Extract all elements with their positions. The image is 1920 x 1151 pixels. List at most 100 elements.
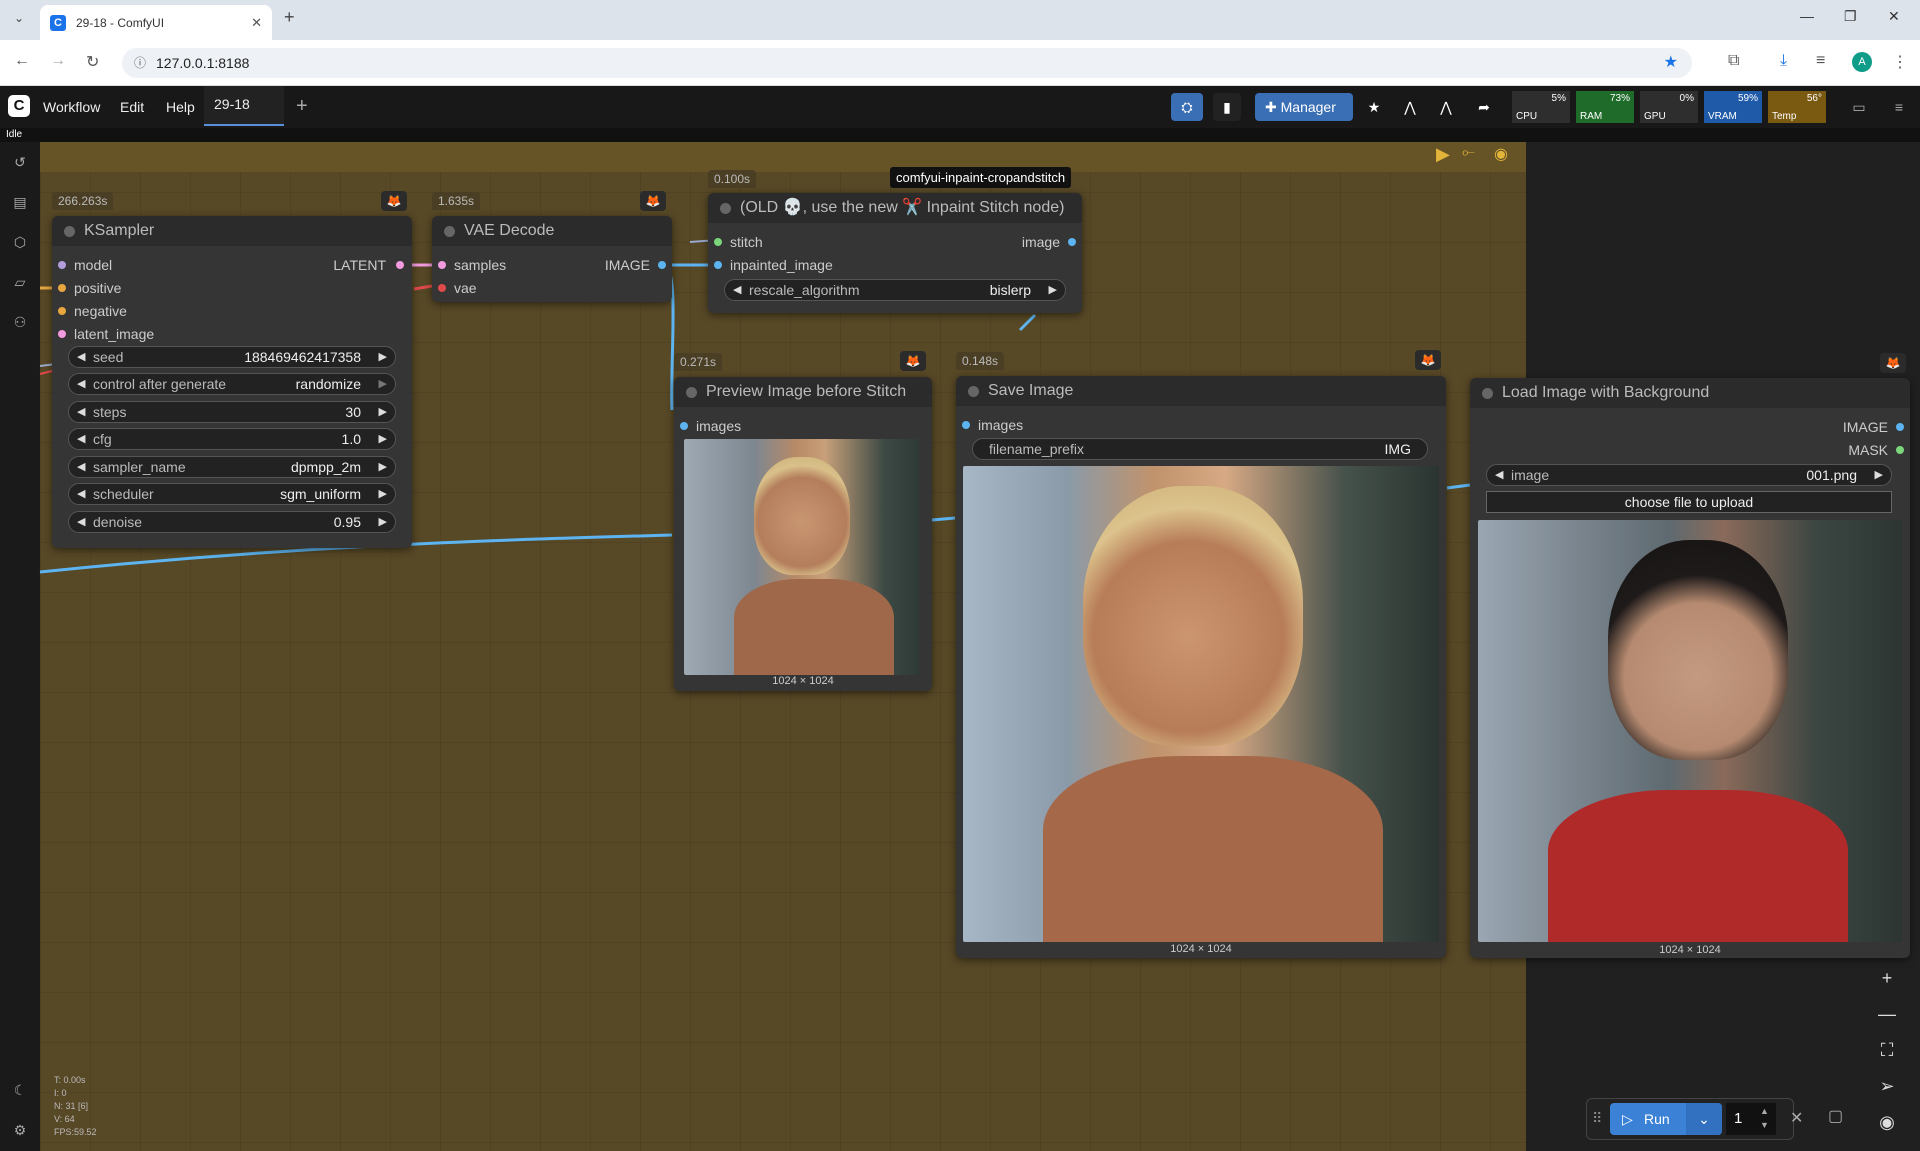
increment-arrow-icon[interactable]: ▶: [1049, 280, 1057, 300]
increment-arrow-icon[interactable]: ▶: [379, 374, 387, 394]
stitch-title-bar[interactable]: (OLD 💀, use the new ✂️ Inpaint Stitch no…: [708, 193, 1082, 223]
theme-moon-icon[interactable]: ☾: [10, 1082, 30, 1102]
downloads-icon[interactable]: ⤓: [1780, 52, 1787, 70]
slot-dot-icon[interactable]: [438, 284, 446, 292]
increment-arrow-icon[interactable]: ▶: [379, 457, 387, 477]
run-options-chevron-icon[interactable]: ⌄: [1686, 1103, 1722, 1135]
forward-icon[interactable]: →: [50, 52, 66, 70]
share-icon[interactable]: ➦: [1470, 93, 1498, 121]
minimize-icon[interactable]: —: [1800, 8, 1814, 24]
decrement-arrow-icon[interactable]: ◀: [77, 402, 85, 422]
slot-dot-icon[interactable]: [58, 261, 66, 269]
menu-workflow[interactable]: Workflow: [43, 99, 100, 115]
decrement-arrow-icon[interactable]: ◀: [77, 484, 85, 504]
steps-widget[interactable]: ◀ steps 30 ▶: [68, 401, 396, 423]
node-library-icon[interactable]: ⚇: [10, 314, 30, 334]
increment-arrow-icon[interactable]: ▶: [379, 512, 387, 532]
save-image-node[interactable]: Save Image images filename_prefix IMG 102…: [956, 376, 1446, 958]
drag-handle-icon[interactable]: ⠿: [1592, 1110, 1602, 1127]
ksampler-title-bar[interactable]: KSampler: [52, 216, 412, 246]
toggle-links-eye-icon[interactable]: ◉: [1872, 1107, 1902, 1137]
fit-view-icon[interactable]: ⛶: [1872, 1035, 1902, 1065]
slot-dot-icon[interactable]: [714, 261, 722, 269]
history-icon[interactable]: ↺: [10, 154, 30, 174]
stop-square-icon[interactable]: ▢: [1828, 1106, 1843, 1126]
settings-gear-icon[interactable]: ⚙: [10, 1122, 30, 1142]
increment-arrow-icon[interactable]: ▶: [379, 402, 387, 422]
preview-title-bar[interactable]: Preview Image before Stitch: [674, 377, 932, 407]
slot-dot-icon[interactable]: [58, 307, 66, 315]
image-select-widget[interactable]: ◀ image 001.png ▶: [1486, 464, 1892, 486]
scheduler-widget[interactable]: ◀ scheduler sgm_uniform ▶: [68, 483, 396, 505]
collapse-dot-icon[interactable]: [720, 203, 731, 214]
control-after-generate-widget[interactable]: ◀ control after generate randomize ▶: [68, 373, 396, 395]
preview-image-node[interactable]: Preview Image before Stitch images 1024 …: [674, 377, 932, 691]
collapse-dot-icon[interactable]: [686, 387, 697, 398]
group-run-icon[interactable]: ▶: [1436, 144, 1450, 165]
collapse-dot-icon[interactable]: [444, 226, 455, 237]
slot-dot-icon[interactable]: [1896, 423, 1904, 431]
increment-arrow-icon[interactable]: ▶: [379, 347, 387, 367]
slot-dot-icon[interactable]: [658, 261, 666, 269]
group-eye-icon[interactable]: ◉: [1494, 144, 1508, 164]
group-bypass-icon[interactable]: ⟜: [1462, 144, 1475, 162]
close-window-icon[interactable]: ✕: [1888, 8, 1900, 25]
slot-dot-icon[interactable]: [962, 421, 970, 429]
collapse-dot-icon[interactable]: [1482, 388, 1493, 399]
decrement-arrow-icon[interactable]: ◀: [77, 429, 85, 449]
decrement-arrow-icon[interactable]: ◀: [77, 374, 85, 394]
slot-dot-icon[interactable]: [438, 261, 446, 269]
model-icon[interactable]: ⋀: [1396, 93, 1424, 121]
extensions-icon[interactable]: ⧉: [1728, 52, 1739, 70]
new-tab-icon[interactable]: +: [284, 7, 295, 28]
media-icon[interactable]: ≡: [1816, 52, 1825, 70]
cancel-icon[interactable]: ✕: [1790, 1108, 1803, 1128]
save-title-bar[interactable]: Save Image: [956, 376, 1446, 406]
ksampler-node[interactable]: KSampler model positive negative latent_…: [52, 216, 412, 548]
slot-dot-icon[interactable]: [1896, 446, 1904, 454]
increment-arrow-icon[interactable]: ▶: [379, 429, 387, 449]
rescale-algorithm-widget[interactable]: ◀ rescale_algorithm bislerp ▶: [724, 279, 1066, 301]
zoom-in-icon[interactable]: +: [1872, 963, 1902, 993]
site-info-icon[interactable]: ⓘ: [134, 48, 146, 78]
decrement-arrow-icon[interactable]: ◀: [733, 280, 741, 300]
decrement-arrow-icon[interactable]: ◀: [77, 347, 85, 367]
bookmark-star-icon[interactable]: ★: [1664, 48, 1678, 78]
upload-button[interactable]: choose file to upload: [1486, 491, 1892, 513]
vae-decode-title-bar[interactable]: VAE Decode: [432, 216, 672, 246]
collapse-dot-icon[interactable]: [968, 386, 979, 397]
slot-dot-icon[interactable]: [58, 284, 66, 292]
filename-prefix-widget[interactable]: filename_prefix IMG: [972, 438, 1428, 460]
seed-widget[interactable]: ◀ seed 188469462417358 ▶: [68, 346, 396, 368]
bookmark-icon[interactable]: ▮: [1213, 93, 1241, 121]
new-workflow-icon[interactable]: +: [296, 95, 308, 118]
reload-icon[interactable]: ↻: [86, 52, 99, 72]
count-stepper-icon[interactable]: ▲ ▼: [1760, 1104, 1769, 1132]
browser-menu-icon[interactable]: ⋮: [1892, 52, 1908, 72]
slot-dot-icon[interactable]: [714, 238, 722, 246]
menu-edit[interactable]: Edit: [120, 99, 144, 115]
slot-dot-icon[interactable]: [396, 261, 404, 269]
browser-tab[interactable]: C 29-18 - ComfyUI ✕: [40, 5, 272, 40]
panel-toggle-icon[interactable]: ▭: [1846, 93, 1872, 121]
decrement-arrow-icon[interactable]: ◀: [77, 512, 85, 532]
tab-list-chevron-icon[interactable]: ⌄: [14, 11, 24, 25]
collapse-dot-icon[interactable]: [64, 226, 75, 237]
address-bar[interactable]: ⓘ 127.0.0.1:8188 ★: [122, 48, 1692, 78]
manager-button[interactable]: ✚ Manager: [1255, 93, 1353, 121]
load-title-bar[interactable]: Load Image with Background: [1470, 378, 1910, 408]
select-mode-icon[interactable]: ➢: [1872, 1071, 1902, 1101]
restore-icon[interactable]: ❐: [1844, 8, 1857, 25]
model-alt-icon[interactable]: ⋀: [1432, 93, 1460, 121]
model-library-icon[interactable]: ⬡: [10, 234, 30, 254]
close-tab-icon[interactable]: ✕: [251, 15, 262, 31]
inpaint-stitch-node[interactable]: (OLD 💀, use the new ✂️ Inpaint Stitch no…: [708, 193, 1082, 313]
group-title-bar[interactable]: [40, 142, 1526, 172]
workflow-tab[interactable]: 29-18: [204, 86, 284, 126]
back-icon[interactable]: ←: [14, 52, 30, 70]
slot-dot-icon[interactable]: [58, 330, 66, 338]
vae-decode-node[interactable]: VAE Decode samples vae IMAGE: [432, 216, 672, 302]
denoise-widget[interactable]: ◀ denoise 0.95 ▶: [68, 511, 396, 533]
zoom-out-icon[interactable]: —: [1872, 999, 1902, 1029]
increment-arrow-icon[interactable]: ▶: [1875, 465, 1883, 485]
